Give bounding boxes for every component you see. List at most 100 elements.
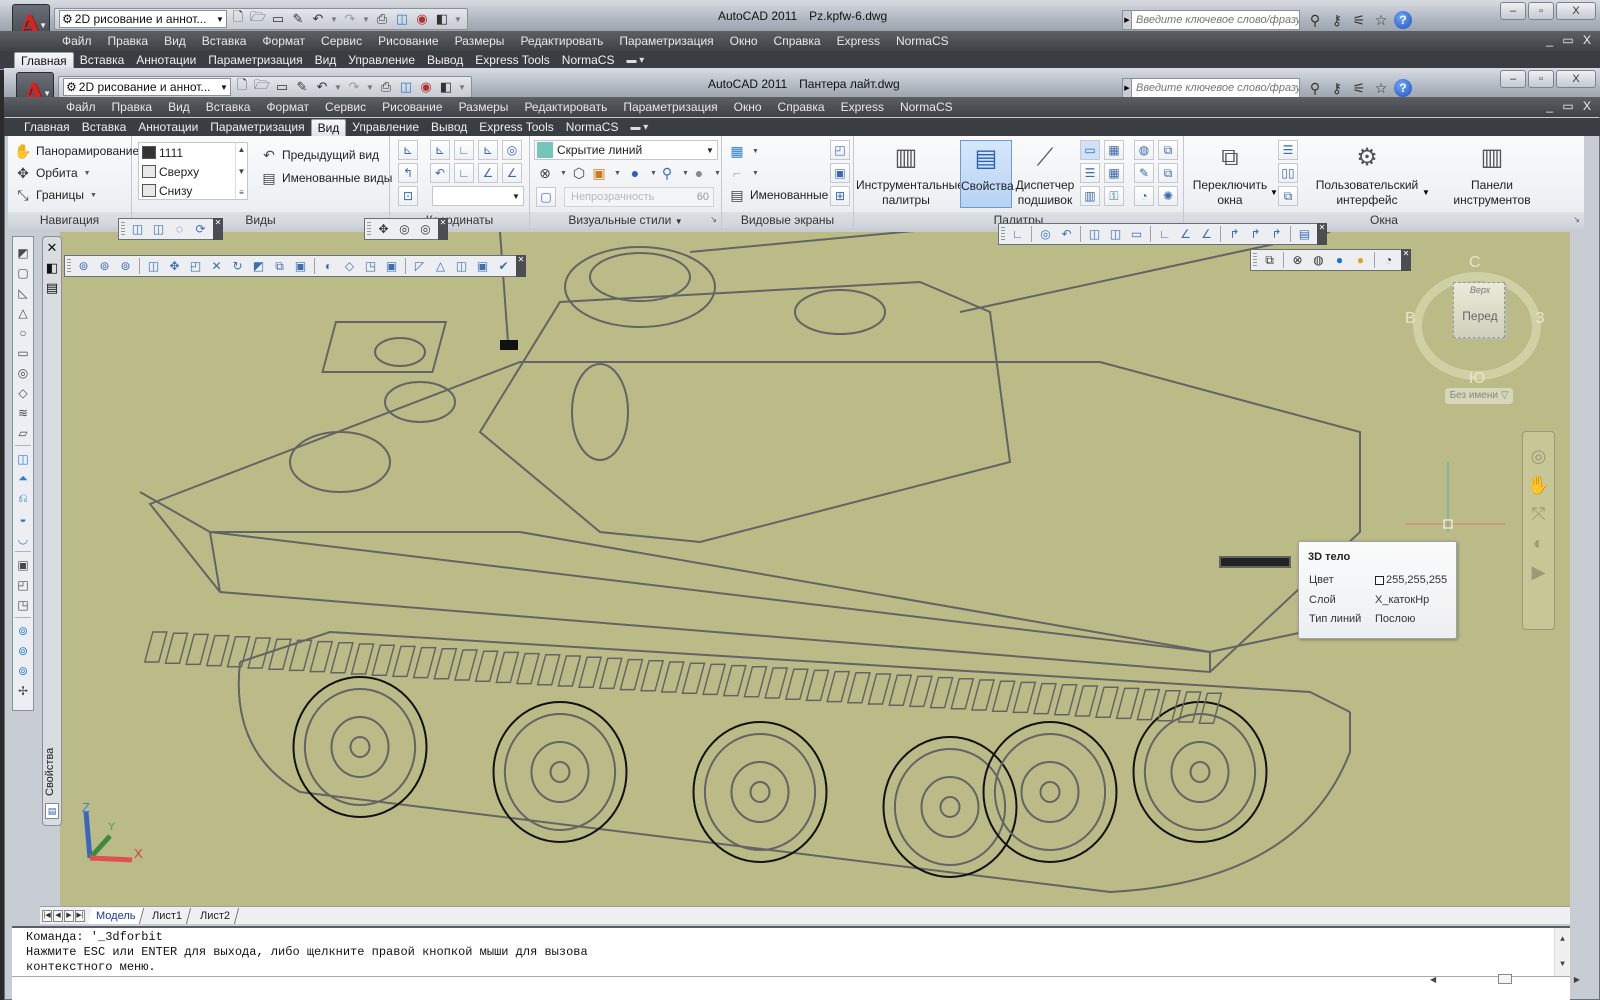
ribbon-tab[interactable]: Управление	[342, 52, 421, 69]
color-faces-icon[interactable]: ▣	[291, 257, 310, 276]
rotate-faces-icon[interactable]: ↻	[228, 257, 247, 276]
clean-icon[interactable]: ▣	[382, 257, 401, 276]
realistic-icon[interactable]: ●	[1330, 251, 1349, 270]
ucs-3d-icon[interactable]: ✢	[14, 681, 32, 700]
first-layout-icon[interactable]: |◀	[42, 909, 52, 922]
bg-menu-item[interactable]: Окно	[730, 34, 758, 48]
bottom-view-icon[interactable]: ◫	[128, 220, 147, 239]
orbit-view-icon[interactable]: ◌	[170, 220, 189, 239]
chevron-down-icon[interactable]: ▼	[333, 78, 343, 96]
sheet-set-manager-button[interactable]: ⟋ Диспетчер подшивок	[1014, 140, 1076, 208]
opacity-slider[interactable]: Непрозрачность 60	[564, 187, 714, 207]
ucs-object-icon[interactable]: ◫	[1106, 225, 1125, 244]
edge-style-button[interactable]: ⬡	[570, 164, 588, 182]
search-input[interactable]	[1132, 78, 1300, 98]
save-as-icon[interactable]: ✎	[293, 78, 311, 96]
ucs-named-icon[interactable]: ⊾	[430, 140, 450, 160]
calculator-icon[interactable]: ▦	[1104, 163, 1124, 183]
bg-menu-item[interactable]: Вставка	[202, 34, 247, 48]
constrained-orbit-icon[interactable]: ✥	[374, 220, 393, 239]
key-icon[interactable]: ⚷	[1328, 80, 1346, 97]
zoom-icon[interactable]: ⤧	[1531, 504, 1545, 525]
shell-icon[interactable]: △	[431, 257, 450, 276]
render-icon[interactable]: ◔	[1134, 186, 1154, 206]
validate-icon[interactable]: ✔	[494, 257, 513, 276]
wedge-icon[interactable]: ◺	[14, 283, 32, 302]
new-file-icon[interactable]: 🗋	[229, 9, 247, 28]
close-button[interactable]: X	[1556, 70, 1596, 88]
separate-icon[interactable]: ◸	[410, 257, 429, 276]
next-layout-icon[interactable]: ▶	[64, 909, 74, 922]
viewcube-front-face[interactable]: Перед	[1454, 309, 1506, 323]
3d-align-icon[interactable]: ◳	[14, 595, 32, 614]
ucs-world-icon[interactable]: ◎	[1036, 225, 1055, 244]
views-gallery[interactable]: 1111 Сверху Снизу ▲ ▼ ≡	[138, 142, 248, 200]
free-orbit-icon[interactable]: ◎	[395, 220, 414, 239]
undo-icon[interactable]: ↶	[309, 10, 327, 28]
dialog-launcher-icon[interactable]: ↘	[1573, 212, 1580, 228]
bg-menu-item[interactable]: Вид	[164, 34, 186, 48]
compass-east[interactable]: З	[1535, 310, 1545, 328]
new-viewport-icon[interactable]: ◰	[830, 140, 850, 160]
ucs-z-rotate-icon[interactable]: ↱	[1267, 225, 1286, 244]
chevron-down-icon[interactable]: ▼	[329, 10, 339, 28]
pyramid-icon[interactable]: ◇	[14, 383, 32, 402]
minimize-button[interactable]: –	[1500, 70, 1526, 88]
material-button[interactable]: ▣ ▼	[590, 164, 621, 182]
ucs-3point-icon[interactable]: ∠	[1197, 225, 1216, 244]
scroll-up-icon[interactable]: ▲	[1560, 932, 1565, 947]
ucs-zaxis-icon[interactable]: ∠	[1176, 225, 1195, 244]
rotate-view-icon[interactable]: ⟳	[191, 220, 210, 239]
ucs-origin-icon[interactable]: ∟	[1155, 225, 1174, 244]
prev-layout-icon[interactable]: ◀	[53, 909, 63, 922]
showmotion-icon[interactable]: ▶	[1532, 562, 1546, 583]
properties-palette[interactable]: ✕ ◧ ▤ Свойства ▤	[42, 236, 62, 826]
new-file-icon[interactable]: 🗋	[233, 77, 251, 96]
design-center-icon[interactable]: ▦	[1104, 140, 1124, 160]
ucs-world-icon[interactable]: ∟	[454, 140, 474, 160]
sphere-button[interactable]: ● ▼	[690, 164, 721, 182]
properties-button[interactable]: ▤ Свойства	[960, 140, 1014, 208]
3d-rotate-icon[interactable]: ◰	[14, 575, 32, 594]
fg-menu-item[interactable]: Формат	[266, 100, 309, 114]
ucs-face-icon[interactable]: ◫	[1085, 225, 1104, 244]
chevron-down-icon[interactable]: ▼	[1270, 188, 1278, 197]
box-icon[interactable]: ▢	[14, 263, 32, 282]
bg-menu-item[interactable]: Параметризация	[619, 34, 713, 48]
delete-faces-icon[interactable]: ✕	[207, 257, 226, 276]
pan-button[interactable]: ✋ Панорамирование	[14, 142, 139, 160]
binoculars-icon[interactable]: ⚲	[1306, 80, 1324, 97]
command-scrollbar[interactable]: ▲ ▼	[1554, 928, 1570, 976]
compass-west[interactable]: В	[1405, 310, 1416, 328]
ucs-view-icon[interactable]: ⊾	[478, 140, 498, 160]
redo-icon[interactable]: ↷	[345, 78, 363, 96]
check-icon[interactable]: ◫	[452, 257, 471, 276]
print-icon[interactable]: ⎙	[373, 10, 391, 28]
extrude-faces-icon[interactable]: ◫	[144, 257, 163, 276]
db-connect-icon[interactable]: ▥	[1080, 186, 1100, 206]
bg-menu-item[interactable]: Файл	[62, 34, 92, 48]
ucs-apply-icon[interactable]: ▤	[1295, 225, 1314, 244]
minimize-ribbon-icon[interactable]: ▬ ▾	[624, 119, 654, 136]
layout-tab-sheet1[interactable]: Лист1	[144, 907, 192, 924]
layer-states-icon[interactable]: ⧉	[1158, 140, 1178, 160]
cone-icon[interactable]: △	[14, 303, 32, 322]
ucs-z-icon[interactable]: ∠	[478, 163, 498, 183]
fg-menu-item[interactable]: Правка	[112, 100, 153, 114]
bg-menu-item[interactable]: Размеры	[455, 34, 505, 48]
close-icon[interactable]: ✕	[438, 218, 448, 240]
binoculars-icon[interactable]: ⚲	[1306, 12, 1324, 29]
bg-menu-item[interactable]: NormaCS	[896, 34, 949, 48]
sweep-icon[interactable]: ⎌	[14, 489, 32, 508]
dialog-launcher-icon[interactable]: ↘	[710, 212, 717, 228]
bg-menu-item[interactable]: Справка	[774, 34, 821, 48]
orbit-icon[interactable]: ◐	[1533, 533, 1544, 554]
extents-button[interactable]: ⤡ Границы ▼	[14, 186, 97, 204]
view-icon[interactable]: ◧	[433, 10, 451, 28]
loft-icon[interactable]: ◡	[14, 529, 32, 548]
polysolid-icon[interactable]: ◩	[14, 243, 32, 262]
planar-surface-icon[interactable]: ▱	[14, 423, 32, 442]
orbit-button[interactable]: ✥ Орбита ▼	[14, 164, 90, 182]
viewcube-cube[interactable]: Верх Перед	[1453, 282, 1505, 338]
orbit-icon[interactable]: ◉	[417, 78, 435, 96]
